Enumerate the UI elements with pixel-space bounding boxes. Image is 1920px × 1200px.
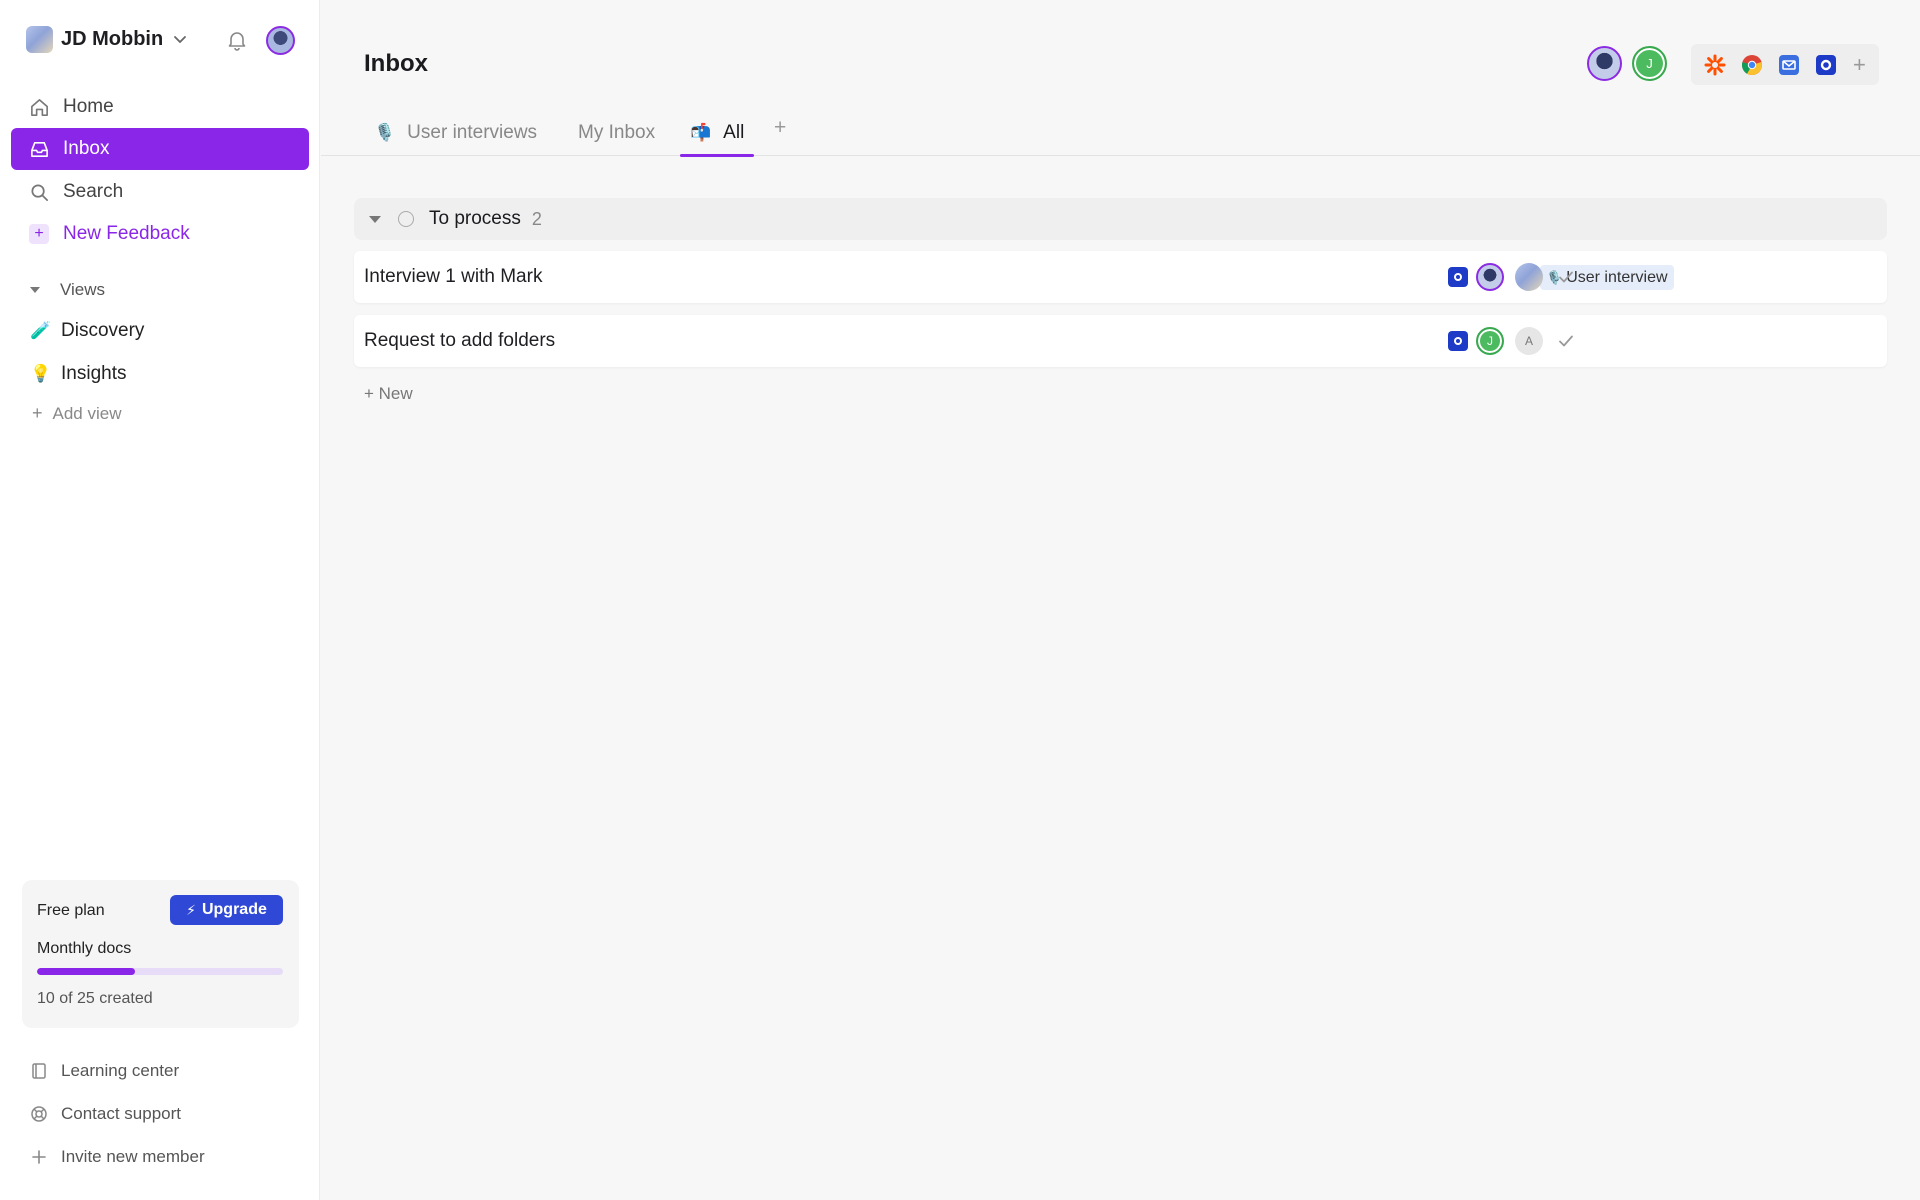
list-item[interactable]: Interview 1 with Mark 🎙️ User interview bbox=[354, 251, 1887, 303]
item-title: Request to add folders bbox=[364, 330, 556, 351]
view-item-label: Discovery bbox=[61, 320, 145, 341]
tab-user-interviews[interactable]: 🎙️ User interviews bbox=[374, 110, 537, 156]
group-header[interactable]: To process 2 bbox=[354, 198, 1887, 240]
page-title: Inbox bbox=[364, 50, 428, 77]
nav-home[interactable]: Home bbox=[11, 86, 309, 128]
contact-support-link[interactable]: Contact support bbox=[30, 1104, 181, 1124]
nav-inbox[interactable]: Inbox bbox=[11, 128, 309, 170]
contact-support-label: Contact support bbox=[61, 1104, 182, 1123]
customer-avatar[interactable]: A bbox=[1515, 327, 1543, 355]
inbox-icon bbox=[28, 138, 50, 160]
invite-member-label: Invite new member bbox=[61, 1147, 205, 1166]
caret-down-icon[interactable] bbox=[369, 215, 381, 223]
user-avatar[interactable] bbox=[266, 26, 295, 55]
tab-my-inbox[interactable]: My Inbox bbox=[578, 110, 655, 156]
learning-center-link[interactable]: Learning center bbox=[30, 1061, 179, 1081]
mailbox-icon: 📬 bbox=[690, 123, 712, 142]
views-section-header[interactable]: Views bbox=[30, 280, 105, 300]
item-title: Interview 1 with Mark bbox=[364, 266, 543, 287]
plus-icon bbox=[32, 1150, 46, 1164]
group-count: 2 bbox=[531, 208, 542, 229]
quota-progress-bar bbox=[37, 968, 283, 975]
book-icon bbox=[32, 1063, 46, 1079]
learning-center-label: Learning center bbox=[61, 1061, 180, 1080]
nav-search[interactable]: Search bbox=[11, 171, 309, 213]
new-feedback-label: New Feedback bbox=[63, 223, 190, 244]
tab-label: User interviews bbox=[407, 122, 538, 143]
status-circle-icon bbox=[398, 211, 414, 227]
upgrade-button[interactable]: ⚡ Upgrade bbox=[170, 895, 283, 925]
add-view-label: Add view bbox=[52, 403, 122, 423]
add-view-button[interactable]: + Add view bbox=[32, 403, 122, 424]
sidebar: JD Mobbin Home Inbox Search + New Feedba… bbox=[0, 0, 320, 1200]
plan-card: Free plan ⚡ Upgrade Monthly docs 10 of 2… bbox=[22, 880, 299, 1028]
caret-down-icon bbox=[30, 287, 40, 293]
workspace-logo bbox=[26, 25, 53, 53]
assignee-avatar[interactable]: J bbox=[1476, 327, 1504, 355]
customer-avatar[interactable] bbox=[1515, 263, 1543, 291]
new-feedback-button[interactable]: + New Feedback bbox=[11, 213, 309, 255]
group-label: To process bbox=[429, 208, 521, 229]
active-tab-indicator bbox=[680, 154, 755, 157]
invite-member-link[interactable]: Invite new member bbox=[30, 1147, 205, 1167]
chevron-down-icon bbox=[174, 36, 187, 44]
light-bulb-icon: 💡 bbox=[30, 364, 52, 383]
nav-search-label: Search bbox=[63, 181, 124, 202]
quota-label: Monthly docs bbox=[37, 940, 132, 957]
view-item-discovery[interactable]: 🧪 Discovery bbox=[30, 320, 144, 342]
view-item-label: Insights bbox=[61, 363, 127, 384]
add-tab-button[interactable]: + bbox=[774, 116, 786, 140]
workspace-switcher[interactable]: JD Mobbin bbox=[26, 24, 187, 54]
quota-progress-fill bbox=[37, 968, 136, 975]
tab-label: My Inbox bbox=[578, 122, 656, 143]
test-tube-icon: 🧪 bbox=[30, 321, 52, 340]
zapier-icon[interactable] bbox=[1703, 53, 1727, 77]
plus-icon: + bbox=[32, 403, 43, 423]
intercom-source-icon bbox=[1448, 331, 1468, 351]
check-icon[interactable] bbox=[1556, 267, 1576, 287]
new-item-button[interactable]: + New bbox=[364, 384, 413, 404]
plus-icon: + bbox=[28, 223, 50, 245]
quota-count: 10 of 25 created bbox=[37, 990, 153, 1007]
views-heading: Views bbox=[60, 280, 106, 299]
member-avatar[interactable] bbox=[1587, 46, 1622, 81]
nav-home-label: Home bbox=[63, 96, 114, 117]
intercom-icon[interactable] bbox=[1814, 53, 1838, 77]
intercom-source-icon bbox=[1448, 267, 1468, 287]
check-icon[interactable] bbox=[1556, 331, 1576, 351]
main-content: Inbox J + 🎙️ User interviews My Inbox 📬 … bbox=[321, 0, 1920, 1200]
tab-bar: 🎙️ User interviews My Inbox 📬 All + bbox=[321, 110, 1920, 157]
email-icon[interactable] bbox=[1777, 53, 1801, 77]
assignee-avatar[interactable] bbox=[1476, 263, 1504, 291]
search-icon bbox=[28, 181, 50, 203]
nav-inbox-label: Inbox bbox=[63, 138, 110, 159]
member-avatar[interactable]: J bbox=[1632, 46, 1667, 81]
integrations-bar: + bbox=[1691, 44, 1879, 85]
workspace-name: JD Mobbin bbox=[61, 27, 164, 50]
item-tag-label: User interview bbox=[1566, 268, 1668, 286]
list-item[interactable]: Request to add folders J A bbox=[354, 315, 1887, 367]
home-icon bbox=[28, 96, 50, 118]
add-integration-button[interactable]: + bbox=[1853, 52, 1866, 78]
bell-icon[interactable] bbox=[225, 28, 249, 52]
upgrade-label: Upgrade bbox=[201, 901, 267, 918]
view-item-insights[interactable]: 💡 Insights bbox=[30, 363, 126, 385]
microphone-icon: 🎙️ bbox=[374, 123, 396, 142]
lightning-icon: ⚡ bbox=[186, 901, 196, 918]
tab-label: All bbox=[723, 122, 745, 143]
tab-all[interactable]: 📬 All bbox=[680, 110, 755, 157]
chrome-icon[interactable] bbox=[1740, 53, 1764, 77]
plan-name: Free plan bbox=[37, 902, 105, 919]
lifebuoy-icon bbox=[31, 1106, 47, 1122]
